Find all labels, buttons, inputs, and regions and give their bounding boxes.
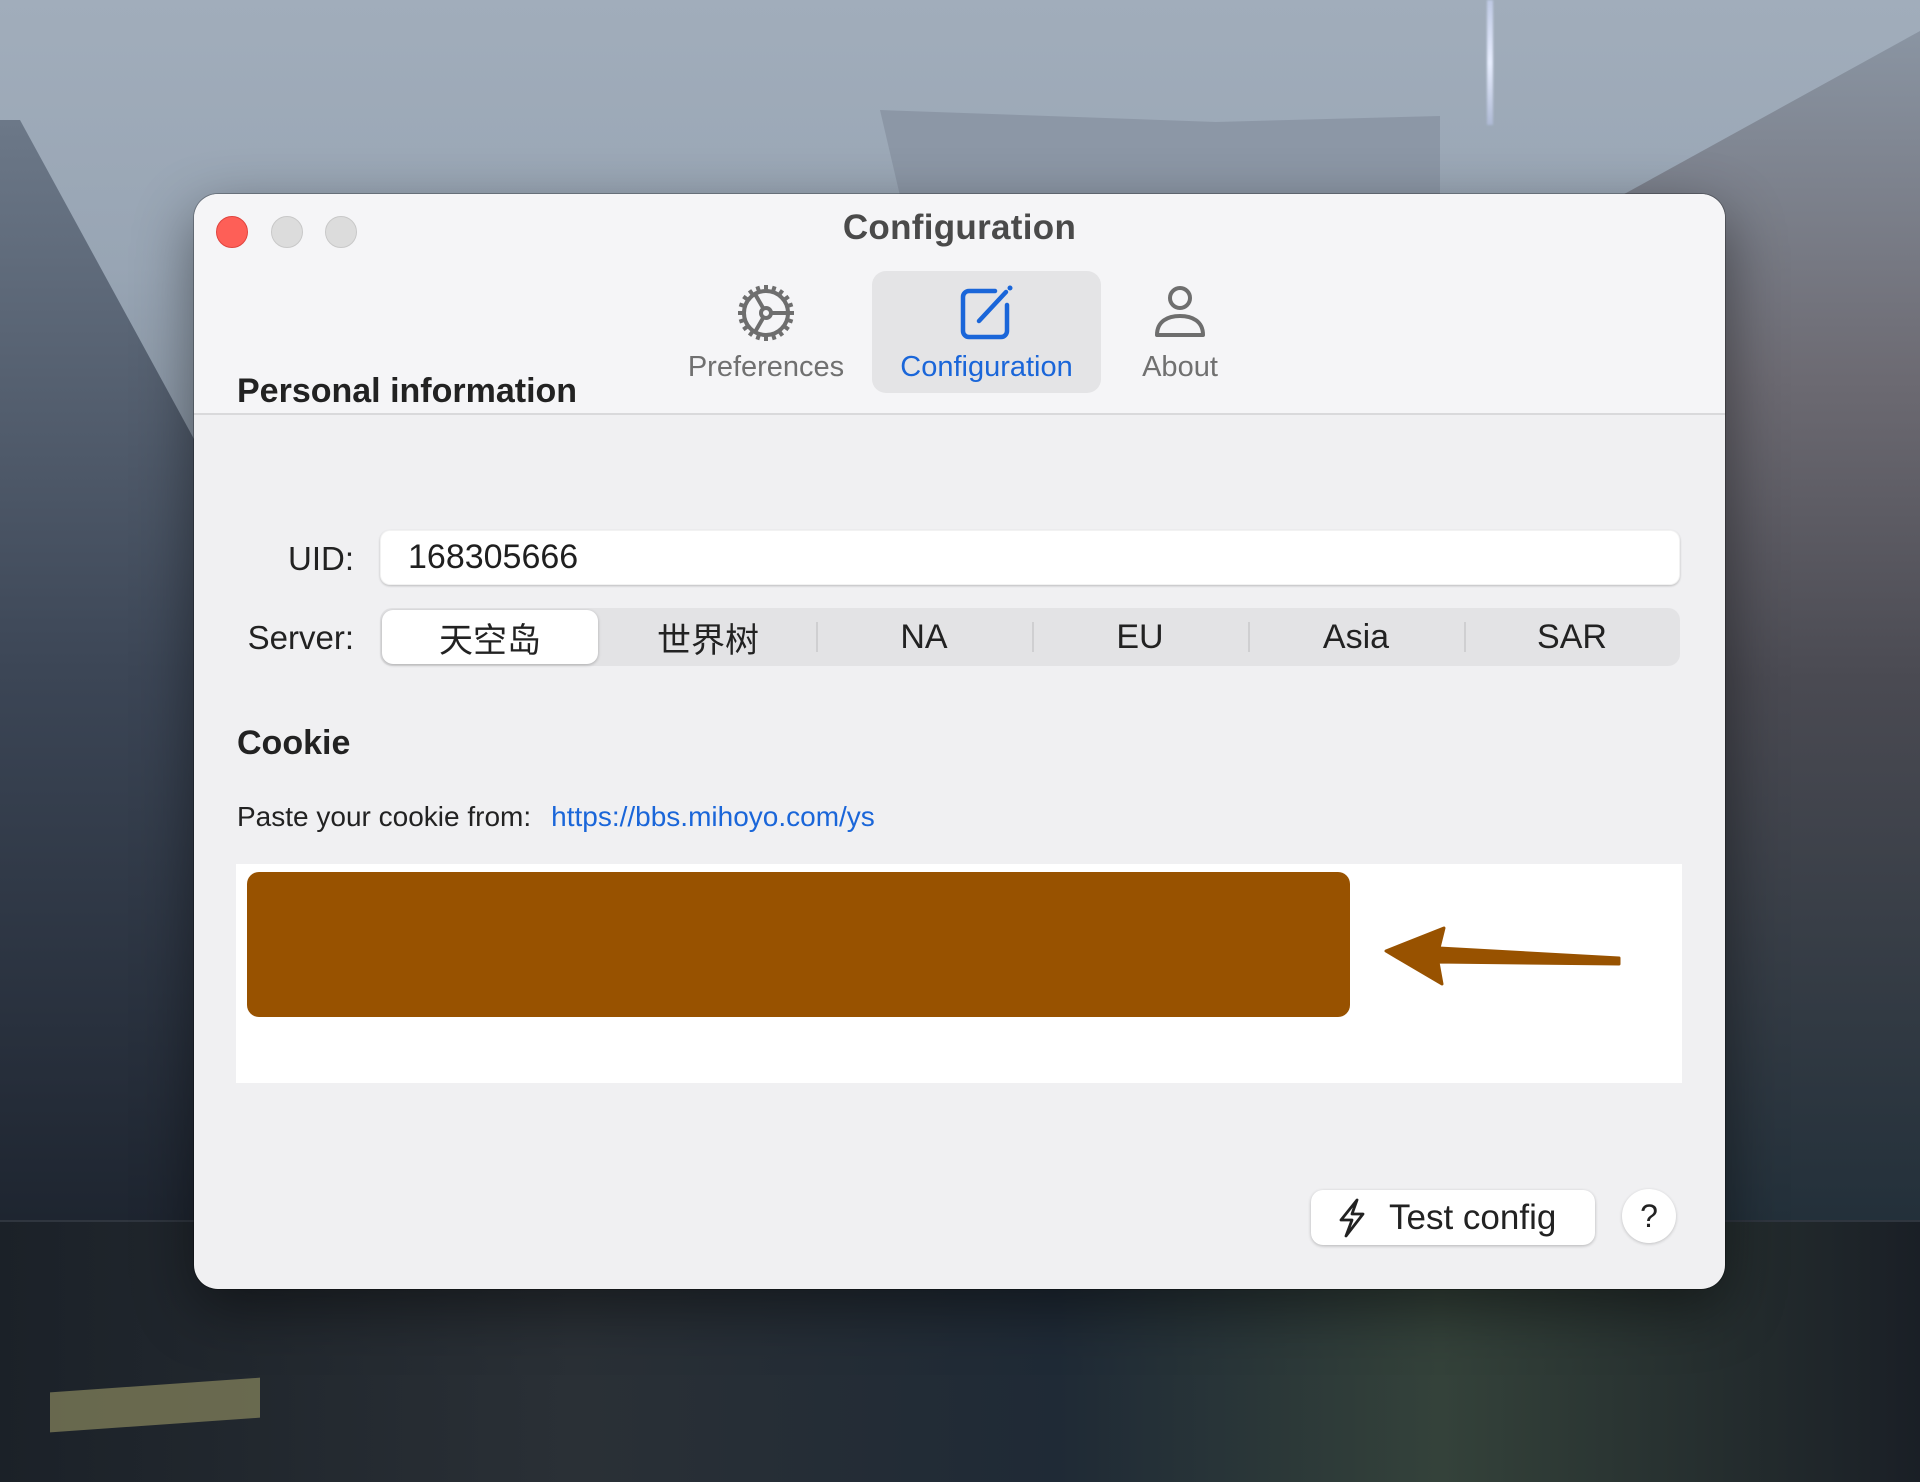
server-option-sar[interactable]: SAR [1464, 608, 1680, 666]
test-config-button[interactable]: Test config [1311, 1190, 1595, 1245]
server-option-shijieshu[interactable]: 世界树 [600, 608, 816, 666]
configuration-window: Configuration Preferences Configuration … [194, 194, 1725, 1289]
server-label: Server: [247, 619, 354, 656]
gear-icon [734, 283, 798, 343]
server-option-asia[interactable]: Asia [1248, 608, 1464, 666]
uid-label: UID: [288, 540, 354, 577]
tab-preferences[interactable]: Preferences [672, 271, 860, 393]
tab-configuration-label: Configuration [900, 351, 1073, 383]
tab-preferences-label: Preferences [687, 351, 845, 383]
server-option-tiankongdao[interactable]: 天空岛 [382, 610, 598, 664]
server-option-na[interactable]: NA [816, 608, 1032, 666]
cookie-source-link[interactable]: https://bbs.mihoyo.com/ys [551, 801, 875, 832]
cookie-textarea[interactable] [236, 864, 1682, 1083]
help-button[interactable]: ? [1622, 1189, 1676, 1243]
window-title: Configuration [842, 208, 1077, 247]
gear-tooth [764, 285, 768, 292]
lightning-bolt-icon [1339, 1198, 1365, 1237]
cookie-hint-text: Paste your cookie from: [237, 801, 532, 832]
redacted-cookie-block [247, 872, 1350, 1017]
tab-configuration[interactable]: Configuration [872, 271, 1101, 393]
person-icon [1148, 283, 1212, 343]
tab-about[interactable]: About [1114, 271, 1246, 393]
cookie-heading: Cookie [237, 724, 351, 762]
server-segmented-control: 天空岛 世界树 NA EU Asia SAR [380, 608, 1680, 666]
square-pencil-icon [955, 283, 1019, 343]
tab-about-label: About [1142, 351, 1218, 383]
cookie-hint: Paste your cookie from: https://bbs.mihoy… [237, 801, 875, 833]
gear-tooth [787, 311, 794, 315]
gear-tooth [738, 311, 745, 315]
test-config-label: Test config [1389, 1197, 1557, 1237]
uid-input[interactable]: 168305666 [380, 530, 1680, 585]
gear-tooth [764, 334, 768, 341]
annotation-arrow-icon [1384, 926, 1621, 986]
wallpaper-light-beam [1487, 0, 1493, 125]
personal-information-heading: Personal information [237, 372, 578, 410]
server-option-eu[interactable]: EU [1032, 608, 1248, 666]
